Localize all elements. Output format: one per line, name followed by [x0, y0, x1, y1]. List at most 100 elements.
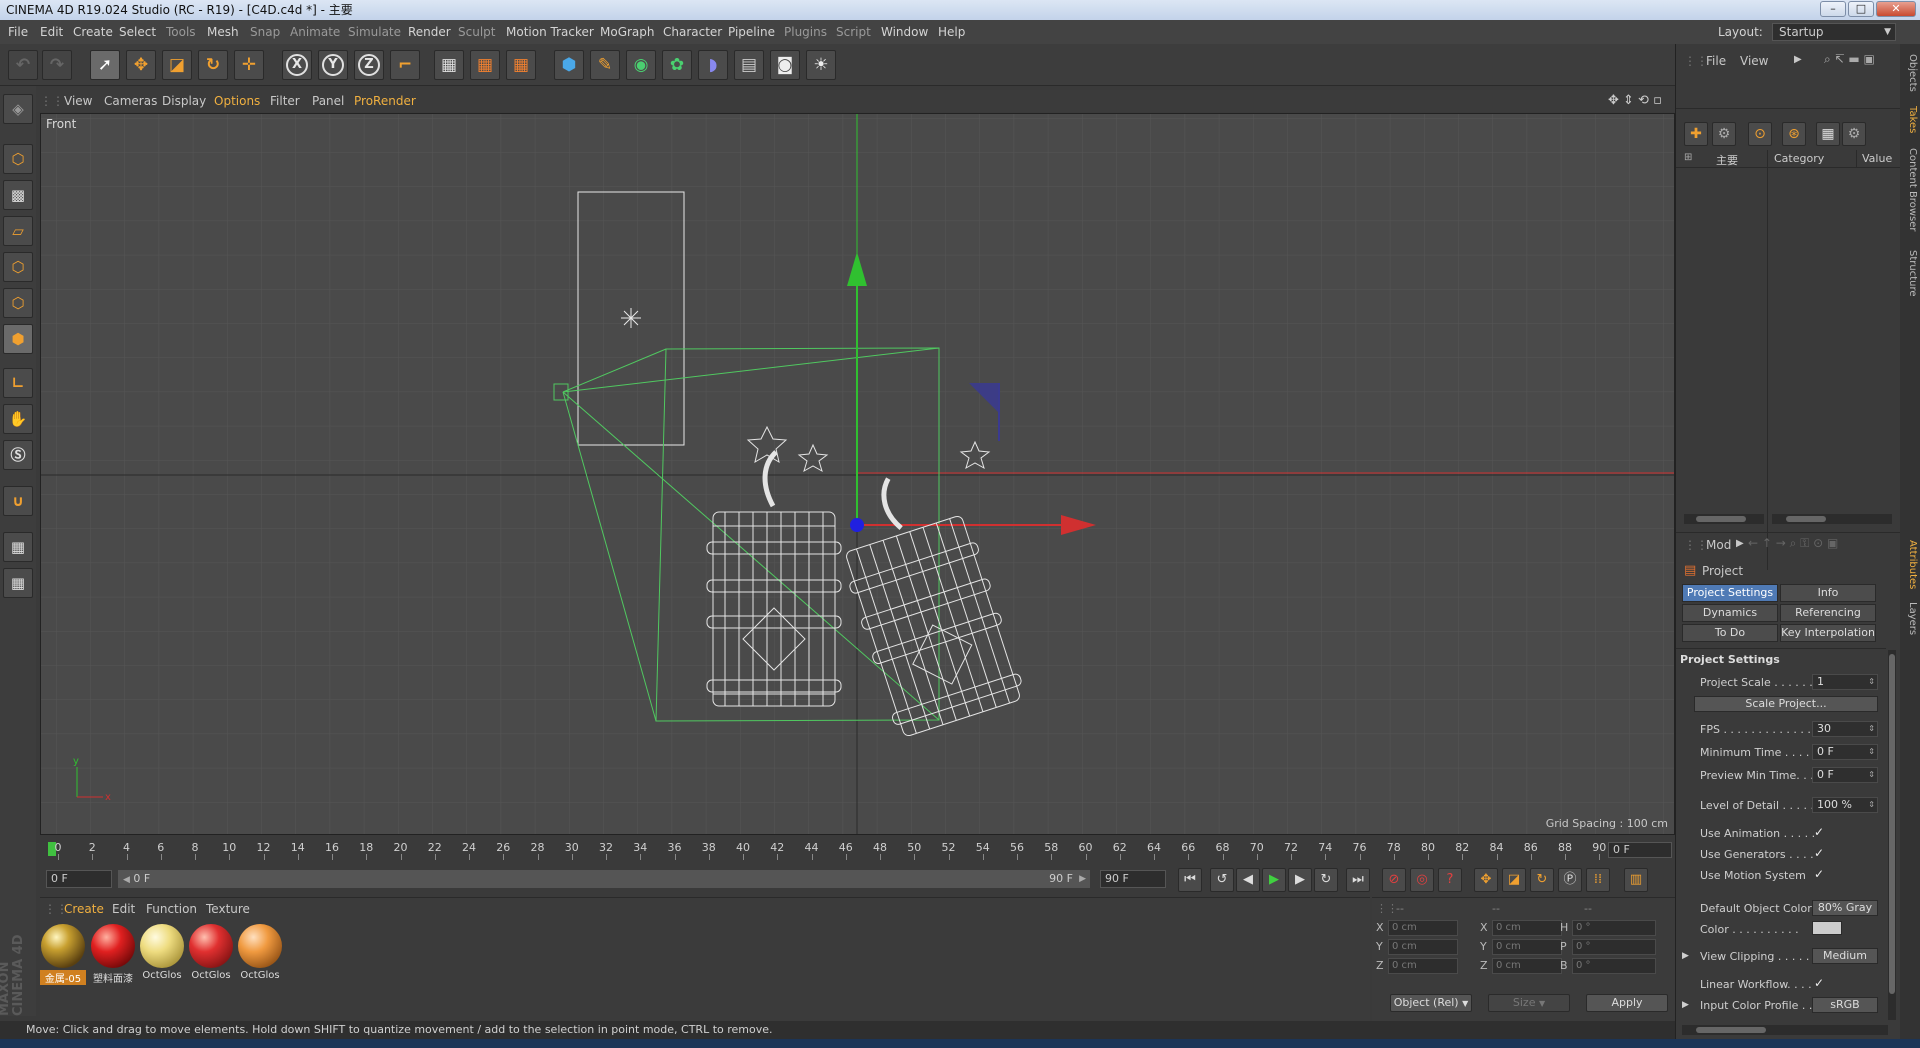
cloner-button[interactable]: ✿	[662, 50, 692, 80]
menu-window[interactable]: Window	[881, 20, 928, 44]
model-mode-button[interactable]: ⬡	[3, 144, 33, 174]
polygons-mode-button[interactable]: ⬢	[3, 324, 33, 354]
go-to-start-button[interactable]: ⏮	[1178, 868, 1202, 892]
menu-select[interactable]: Select	[119, 20, 156, 44]
axis-mode-button[interactable]: ∟	[3, 368, 33, 398]
timeline-ruler[interactable]: 0 2 4 6 8 10 12 14 16 18 20 22 24 26 28 30 32 34 36 38 40 42 4…	[40, 838, 1675, 860]
viewport-menu-options[interactable]: Options	[214, 90, 260, 112]
coord-field[interactable]: 0 °	[1572, 920, 1656, 936]
takes-scrollbar-left[interactable]	[1684, 514, 1764, 524]
take-render-button[interactable]: ▦	[1816, 122, 1840, 146]
coord-field[interactable]: 0 cm	[1492, 939, 1562, 955]
timeline-window-button[interactable]: ▥	[1624, 868, 1648, 892]
take-tool-button[interactable]: ✚	[1684, 122, 1708, 146]
coord-field[interactable]: 0 cm	[1388, 920, 1458, 936]
light-button[interactable]: ☀	[806, 50, 836, 80]
redo-button[interactable]: ↷	[42, 50, 72, 80]
apply-button[interactable]: Apply	[1586, 994, 1668, 1012]
takes-scrollbar-right[interactable]	[1772, 514, 1892, 524]
tab-project-settings[interactable]: Project Settings	[1682, 584, 1778, 602]
autokeying-button[interactable]: ◎	[1410, 868, 1434, 892]
previous-frame-button[interactable]: ◀	[1236, 868, 1260, 892]
linear-workflow-checkbox[interactable]: ✓	[1814, 976, 1824, 990]
rotate-tool-button[interactable]: ↻	[198, 50, 228, 80]
material-menu-edit[interactable]: Edit	[112, 902, 135, 916]
use-generators-checkbox[interactable]: ✓	[1814, 846, 1824, 860]
coord-field[interactable]: 0 cm	[1492, 958, 1562, 974]
viewport-menu-prorender[interactable]: ProRender	[354, 90, 416, 112]
coord-field[interactable]: 0 cm	[1492, 920, 1562, 936]
render-picture-viewer-button[interactable]: ▦	[470, 50, 500, 80]
take-override-button[interactable]: ⚙	[1712, 122, 1736, 146]
workplane-mode-button[interactable]: ▱	[3, 216, 33, 246]
pen-button[interactable]: ✎	[590, 50, 620, 80]
menu-render[interactable]: Render	[408, 20, 451, 44]
key-scale-button[interactable]: ◪	[1502, 868, 1526, 892]
coord-field[interactable]: 0 cm	[1388, 958, 1458, 974]
z-axis-lock-button[interactable]: Z	[354, 50, 384, 80]
layout-dropdown[interactable]: Startup ▼	[1772, 23, 1896, 41]
project-scale-field[interactable]: 1 ⇕	[1812, 674, 1878, 690]
viewport-nav-icons[interactable]: ✥ ⇕ ⟲ ▫	[1608, 90, 1662, 112]
key-position-button[interactable]: ✥	[1474, 868, 1498, 892]
deformer-button[interactable]: ◗	[698, 50, 728, 80]
size-mode-dropdown[interactable]: Size ▼	[1488, 994, 1570, 1012]
take-lock-button[interactable]: ⚙	[1842, 122, 1866, 146]
menu-mograph[interactable]: MoGraph	[600, 20, 655, 44]
takes-menu-file[interactable]: File	[1706, 54, 1726, 68]
tab-referencing[interactable]: Referencing	[1780, 604, 1876, 622]
play-button[interactable]: ▶	[1262, 868, 1286, 892]
menu-plugins[interactable]: Plugins	[784, 20, 827, 44]
default-object-color-dropdown[interactable]: 80% Gray	[1812, 900, 1878, 916]
material-swatch[interactable]: OctGlos	[188, 924, 234, 984]
tab-info[interactable]: Info	[1780, 584, 1876, 602]
render-settings-button[interactable]: ▦	[506, 50, 536, 80]
key-pla-button[interactable]: ⁞⁞	[1586, 868, 1610, 892]
fps-field[interactable]: 30 ⇕	[1812, 721, 1878, 737]
gizmo-center[interactable]	[850, 518, 864, 532]
coordinate-system-button[interactable]: ⌐	[390, 50, 420, 80]
subdivision-button[interactable]: ◉	[626, 50, 656, 80]
move-tool-button[interactable]: ✥	[126, 50, 156, 80]
material-menu-create[interactable]: Create	[64, 902, 104, 916]
keyframe-selection-button[interactable]: ?	[1438, 868, 1462, 892]
next-key-button[interactable]: ↻	[1314, 868, 1338, 892]
tweak-mode-button[interactable]: ✋	[3, 404, 33, 434]
magnet-button[interactable]: ∪	[3, 486, 33, 516]
go-to-end-button[interactable]: ⏭	[1346, 868, 1370, 892]
side-tab-content-browser[interactable]: Content Browser	[1902, 148, 1918, 231]
menu-create[interactable]: Create	[73, 20, 113, 44]
select-tool-button[interactable]: ➚	[90, 50, 120, 80]
view-clipping-dropdown[interactable]: Medium	[1812, 948, 1878, 964]
material-swatch[interactable]: OctGlos	[237, 924, 283, 984]
menu-mesh[interactable]: Mesh	[207, 20, 239, 44]
takes-menu-view[interactable]: View	[1740, 54, 1768, 68]
end-frame-field[interactable]: 90 F	[1100, 870, 1166, 888]
take-group-button[interactable]: ⊛	[1782, 122, 1806, 146]
scale-tool-button[interactable]: ◪	[162, 50, 192, 80]
preview-min-time-field[interactable]: 0 F ⇕	[1812, 767, 1878, 783]
attributes-nav-icons[interactable]: ← ↑ → ⌕ ⚿ ⊙ ▣	[1748, 536, 1838, 551]
menu-pipeline[interactable]: Pipeline	[728, 20, 775, 44]
front-viewport[interactable]: y x Front Grid Spacing : 100 cm	[40, 113, 1675, 835]
material-menu-texture[interactable]: Texture	[206, 902, 250, 916]
camera-button[interactable]: ◙	[770, 50, 800, 80]
viewport-menu-display[interactable]: Display	[162, 90, 206, 112]
menu-character[interactable]: Character	[663, 20, 722, 44]
coord-field[interactable]: 0 °	[1572, 958, 1656, 974]
make-editable-button[interactable]: ◈	[3, 94, 33, 124]
input-color-profile-dropdown[interactable]: sRGB	[1812, 997, 1878, 1013]
cube-button[interactable]: ⬢	[554, 50, 584, 80]
render-view-button[interactable]: ▦	[434, 50, 464, 80]
use-motion-system-checkbox[interactable]: ✓	[1814, 867, 1824, 881]
next-frame-button[interactable]: ▶	[1288, 868, 1312, 892]
coord-field[interactable]: 0 °	[1572, 939, 1656, 955]
menu-edit[interactable]: Edit	[40, 20, 63, 44]
attributes-scrollbar[interactable]	[1888, 650, 1896, 1020]
tab-key-interpolation[interactable]: Key Interpolation	[1780, 624, 1876, 642]
scale-project-button[interactable]: Scale Project...	[1694, 696, 1878, 712]
record-active-objects-button[interactable]: ⊘	[1382, 868, 1406, 892]
points-mode-button[interactable]: ⬡	[3, 252, 33, 282]
attributes-mode-menu[interactable]: Mod	[1706, 538, 1731, 552]
coord-field[interactable]: 0 cm	[1388, 939, 1458, 955]
